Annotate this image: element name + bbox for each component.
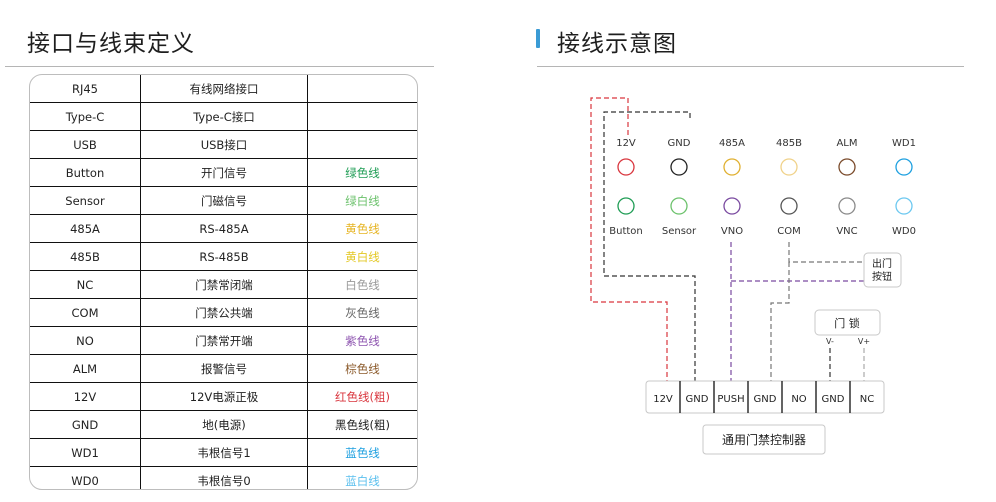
controller-terminal-label: PUSH [717,394,744,405]
exit-button-label-1: 出门 [872,257,892,270]
controller-terminal-label: NO [791,394,806,405]
terminal-label-bottom: VNO [721,226,743,237]
door-lock-vplus: V+ [858,337,870,346]
door-lock-vminus: V- [826,337,834,346]
terminal-circle-icon [780,197,798,215]
terminal-circle-icon [723,158,741,176]
terminal-circle-icon [670,158,688,176]
terminal-circle-icon [780,158,798,176]
controller-terminal-label: NC [860,394,874,405]
terminal-circle-icon [895,158,913,176]
terminal-label-top: ALM [836,138,857,149]
terminal-circle-icon [838,197,856,215]
terminal-circle-icon [838,158,856,176]
terminal-label-bottom: WD0 [892,226,916,237]
controller-terminal-label: 12V [653,394,673,405]
wire-com-exit-button [788,242,864,263]
terminal-label-bottom: VNC [836,226,857,237]
wiring-diagram: 12V GND 485A 485B ALM WD1 Button Sensor VNO COM VN… [590,97,916,455]
controller-terminal-label: GND [754,394,777,405]
terminal-circle-icon [617,158,635,176]
terminal-label-top: WD1 [892,138,916,149]
controller-terminal-label: GND [822,394,845,405]
terminal-label-bottom: Button [609,226,643,237]
door-lock-label: 门 锁 [834,316,860,330]
wire-com-gnd [770,262,790,381]
terminal-label-bottom: COM [777,226,800,237]
terminal-label-bottom: Sensor [662,226,697,237]
controller-terminal-label: GND [686,394,709,405]
controller-name-label: 通用门禁控制器 [722,432,806,447]
exit-button-label-2: 按钮 [872,270,892,283]
wire-gnd [603,111,696,381]
terminal-circle-icon [895,197,913,215]
terminal-circle-icon [670,197,688,215]
terminal-label-top: 12V [616,138,636,149]
terminal-circle-icon [723,197,741,215]
terminal-circle-icon [617,197,635,215]
terminal-label-top: GND [668,138,691,149]
terminal-label-top: 485B [776,138,802,149]
terminal-label-top: 485A [719,138,745,149]
